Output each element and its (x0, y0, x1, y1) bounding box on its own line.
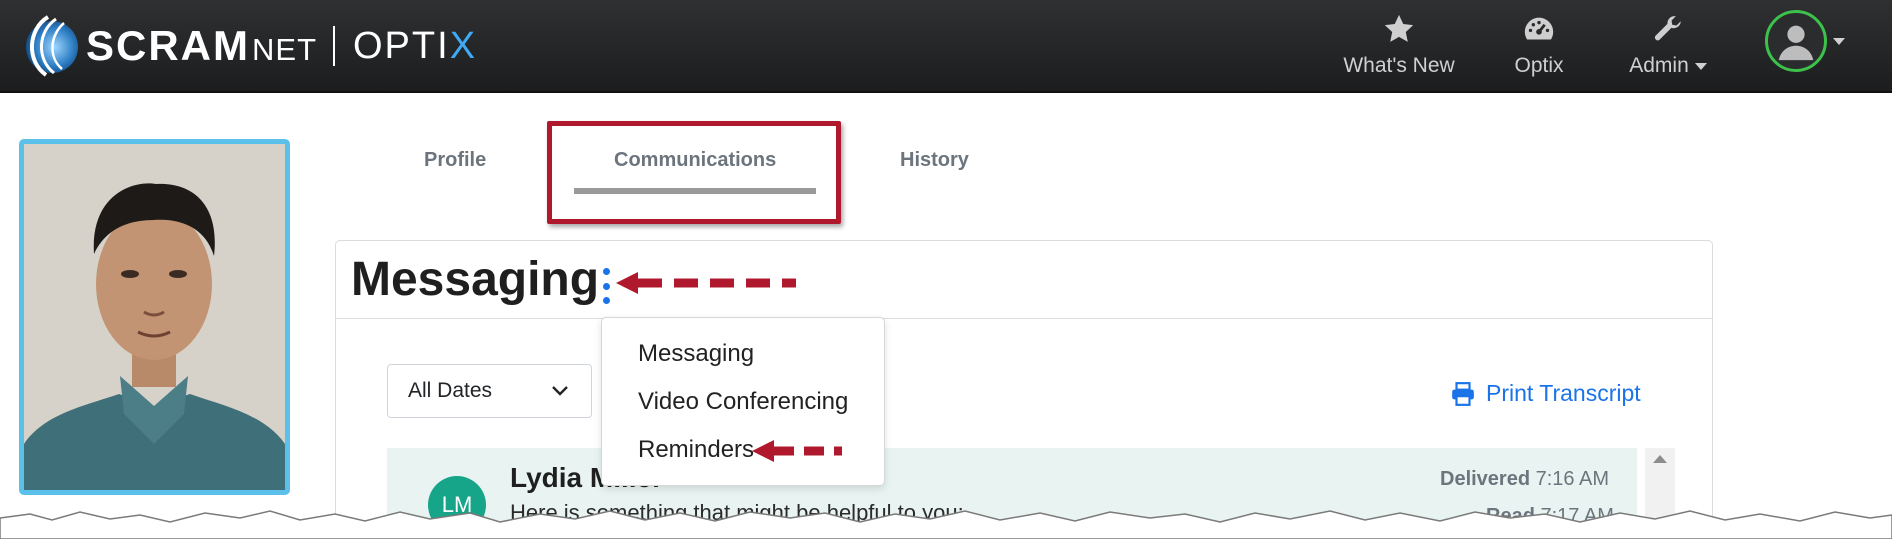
menu-item-messaging[interactable]: Messaging (638, 340, 754, 368)
torn-edge-decoration (0, 510, 1892, 539)
date-filter-value: All Dates (408, 379, 493, 402)
nav-whats-new-label: What's New (1343, 54, 1455, 77)
tab-profile[interactable]: Profile (424, 149, 486, 172)
scramnet-optix-logo[interactable]: SCRAM NET OPTIX (18, 10, 477, 82)
scroll-up-arrow-icon[interactable] (1653, 455, 1667, 463)
chevron-down-icon (1694, 62, 1707, 70)
tab-history[interactable]: History (900, 149, 969, 172)
chevron-down-icon (1833, 37, 1845, 45)
logo-optix-text: OPTIX (353, 24, 478, 67)
logo-swirl-icon (26, 15, 78, 77)
user-menu[interactable] (1765, 10, 1845, 72)
logo-scram-text: SCRAM (86, 22, 250, 69)
nav-admin-dropdown[interactable]: Admin (1616, 12, 1720, 82)
menu-item-video-conferencing[interactable]: Video Conferencing (638, 388, 848, 416)
print-transcript-label: Print Transcript (1486, 380, 1641, 406)
card-header-divider (336, 318, 1712, 319)
printer-icon (1452, 381, 1474, 406)
dashboard-gauge-icon (1524, 17, 1554, 40)
print-transcript-link[interactable]: Print Transcript (1450, 380, 1641, 407)
chevron-down-icon (552, 386, 568, 396)
logo-net-text: NET (252, 32, 317, 67)
user-avatar-icon (1765, 10, 1827, 72)
card-title: Messaging (351, 253, 600, 306)
date-filter-select[interactable]: All Dates (387, 364, 592, 418)
nav-optix[interactable]: Optix (1504, 12, 1574, 82)
wrench-icon (1654, 16, 1681, 41)
logo-divider (333, 26, 335, 66)
star-icon (1384, 14, 1414, 42)
message-delivered-status: Delivered 7:16 AM (1440, 468, 1610, 490)
annotation-arrow-icon (752, 440, 842, 462)
kebab-menu-icon[interactable] (600, 268, 612, 304)
annotation-arrow-icon (616, 272, 796, 294)
menu-item-reminders[interactable]: Reminders (638, 436, 754, 464)
top-navigation-bar: SCRAM NET OPTIX What's New Optix Admin (0, 0, 1892, 93)
nav-whats-new[interactable]: What's New (1336, 12, 1462, 82)
messaging-type-dropdown: Messaging Video Conferencing Reminders (601, 317, 885, 486)
client-profile-photo (19, 139, 290, 495)
nav-optix-label: Optix (1514, 54, 1564, 77)
nav-admin-label: Admin (1629, 54, 1689, 77)
annotation-highlight-box (547, 121, 841, 224)
